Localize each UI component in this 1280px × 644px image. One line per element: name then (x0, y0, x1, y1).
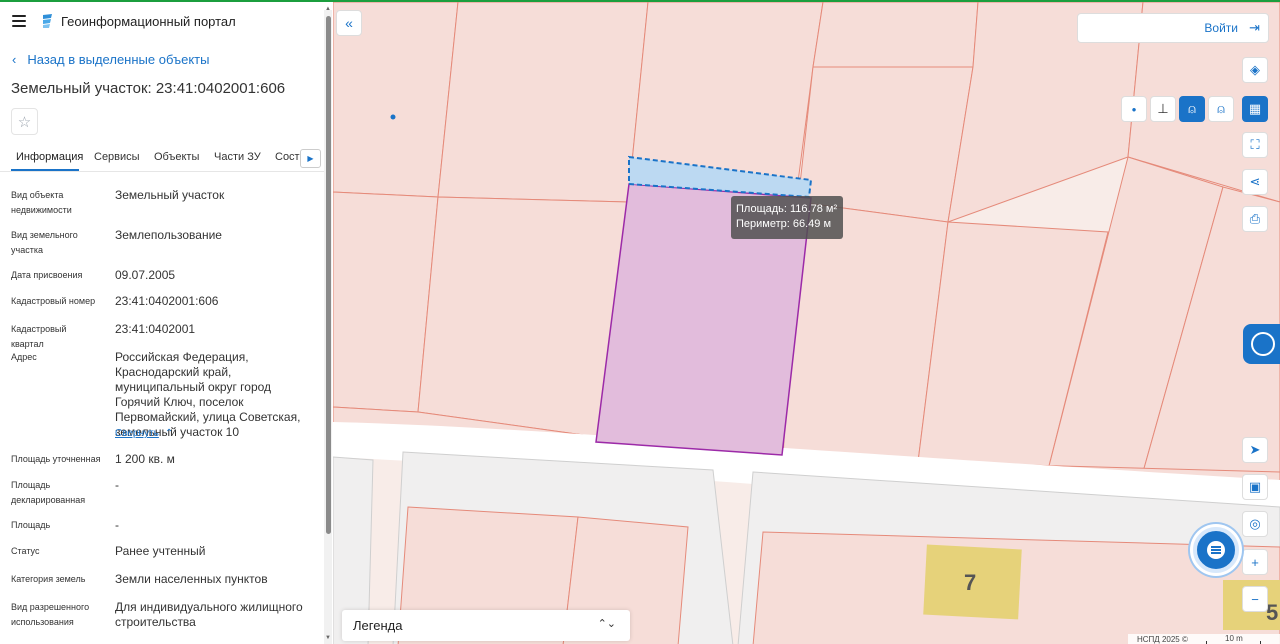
tab-services[interactable]: Сервисы (94, 151, 140, 163)
line-measure-button[interactable]: ⊥ (1150, 96, 1176, 122)
field-label-status: Статус (11, 546, 40, 556)
navigation-icon: ➤ (1249, 442, 1261, 457)
field-label-area-refined: Площадь уточненная (11, 454, 101, 464)
measurement-tooltip: Площадь: 116.78 м² Периметр: 66.49 м (731, 196, 843, 239)
field-label-land-category: Категория земель (11, 574, 86, 584)
share-button[interactable]: ⋖ (1242, 169, 1268, 195)
portal-logo-icon (43, 14, 52, 28)
zoom-in-button[interactable]: + (1242, 549, 1268, 575)
field-label-area-declared: Площадь декларированная (11, 480, 86, 505)
sort-arrows-icon: ⌃⌄ (597, 618, 616, 630)
map-view[interactable]: 7 5 « Войти ⇥ ◈ • ⊥ ⍝ ⍝ ▦ ⛶ ⋖ ⎙ ➤ ▣ ◎ + … (333, 0, 1280, 644)
zoom-out-icon: − (1251, 591, 1259, 607)
scale-label: 10 m (1225, 634, 1243, 643)
layers-button[interactable]: ◈ (1242, 57, 1268, 83)
back-link-label: Назад в выделенные объекты (27, 52, 210, 67)
field-value-cadastral-number: 23:41:0402001:606 (115, 294, 219, 308)
area-measure-alt-icon: ⍝ (1217, 101, 1225, 116)
tab-parts[interactable]: Части ЗУ (214, 151, 261, 163)
chevron-left-icon: ‹ (12, 52, 17, 67)
collapse-address-link[interactable]: Свернуть ⌃ (115, 428, 173, 439)
field-value-cadastral-quarter: 23:41:0402001 (115, 322, 196, 336)
navigation-button[interactable]: ➤ (1242, 437, 1268, 463)
field-label-object-type: Вид объекта недвижимости (11, 190, 72, 215)
chat-button[interactable] (1193, 527, 1239, 573)
legend-dropdown[interactable]: Легенда ⌃⌄ (342, 610, 630, 641)
measure-perimeter-text: Периметр: 66.49 м (736, 218, 832, 230)
area-measure-icon: ⍝ (1188, 101, 1196, 116)
panel-scrollbar-thumb[interactable] (326, 16, 331, 534)
field-value-object-type: Земельный участок (115, 188, 225, 202)
legend-label: Легенда (353, 618, 403, 633)
geolocate-button[interactable]: ◎ (1242, 511, 1268, 537)
favorite-button[interactable]: ☆ (11, 108, 38, 135)
field-label-parcel-type: Вид земельного участка (11, 230, 78, 255)
field-label-permitted-use: Вид разрешенного использования (11, 602, 90, 627)
tab-bar: Информация Сервисы Объекты Части ЗУ Сост… (0, 146, 326, 172)
field-value-land-category: Земли населенных пунктов (115, 572, 268, 586)
minimap-button[interactable]: ▣ (1242, 474, 1268, 500)
map-attribution: НСПД 2025 © 10 m (1128, 634, 1280, 644)
layers-icon: ◈ (1250, 62, 1260, 77)
house-number-label: 7 (964, 570, 977, 595)
select-area-icon: ⛶ (1250, 137, 1260, 152)
tab-objects[interactable]: Объекты (154, 151, 199, 163)
login-label: Войти (1204, 21, 1238, 35)
field-value-status: Ранее учтенный (115, 544, 206, 558)
field-label-cadastral-number: Кадастровый номер (11, 296, 96, 306)
hamburger-icon[interactable] (12, 15, 26, 27)
scroll-down-arrow-icon[interactable]: ▼ (325, 635, 331, 641)
field-value-parcel-type: Землепользование (115, 228, 222, 242)
field-value-assign-date: 09.07.2005 (115, 268, 176, 282)
area-measure-button[interactable]: ⍝ (1179, 96, 1205, 122)
double-chevron-left-icon: « (345, 15, 353, 31)
field-value-permitted-use: Для индивидуального жилищного строительс… (115, 600, 303, 629)
print-button[interactable]: ⎙ (1242, 206, 1268, 232)
field-value-area-refined: 1 200 кв. м (115, 452, 175, 466)
field-label-assign-date: Дата присвоения (11, 270, 83, 280)
tab-info[interactable]: Информация (16, 151, 83, 163)
feedback-button[interactable] (1243, 324, 1280, 364)
field-label-area: Площадь (11, 520, 51, 530)
login-icon: ⇥ (1249, 20, 1260, 35)
ruler-button[interactable]: ▦ (1242, 96, 1268, 122)
print-icon: ⎙ (1249, 211, 1261, 226)
portal-title: Геоинформационный портал (61, 14, 236, 29)
line-measure-icon: ⊥ (1157, 101, 1169, 116)
feedback-icon (1251, 332, 1275, 356)
login-button[interactable]: Войти ⇥ (1077, 13, 1269, 43)
minimap-icon: ▣ (1248, 479, 1262, 494)
area-measure-alt-button[interactable]: ⍝ (1208, 96, 1234, 122)
tab-scroll-right-button[interactable]: ▶ (300, 149, 321, 168)
zoom-in-icon: + (1251, 554, 1259, 570)
collapse-panel-button[interactable]: « (336, 10, 362, 36)
caret-right-icon: ▶ (307, 154, 314, 163)
active-tab-indicator (11, 169, 79, 171)
page-title: Земельный участок: 23:41:0402001:606 (11, 80, 286, 97)
field-value-address: Российская Федерация, Краснодарский край… (115, 350, 301, 439)
star-icon: ☆ (17, 113, 32, 131)
measure-area-text: Площадь: 116.78 м² (736, 203, 838, 215)
select-area-button[interactable]: ⛶ (1242, 132, 1268, 158)
collapse-label: Свернуть (115, 428, 159, 439)
field-value-area: - (115, 518, 119, 532)
field-label-cadastral-quarter: Кадастровый квартал (11, 324, 67, 349)
zoom-out-button[interactable]: − (1242, 586, 1268, 612)
field-label-address: Адрес (11, 352, 37, 362)
panel-header: Геоинформационный портал (0, 2, 333, 42)
point-measure-icon: • (1131, 101, 1137, 117)
ruler-icon: ▦ (1248, 101, 1262, 116)
info-panel: Геоинформационный портал ‹ Назад в выделе… (0, 0, 333, 644)
point-measure-button[interactable]: • (1121, 96, 1147, 122)
chat-icon (1207, 541, 1225, 559)
chevron-up-icon: ⌃ (164, 428, 174, 439)
copyright-text: НСПД 2025 © (1137, 635, 1188, 644)
back-to-selection-link[interactable]: ‹ Назад в выделенные объекты (12, 52, 209, 67)
field-value-area-declared: - (115, 478, 119, 492)
scroll-up-arrow-icon[interactable]: ▲ (325, 6, 331, 12)
share-icon: ⋖ (1249, 174, 1261, 189)
geolocate-icon: ◎ (1249, 516, 1261, 531)
